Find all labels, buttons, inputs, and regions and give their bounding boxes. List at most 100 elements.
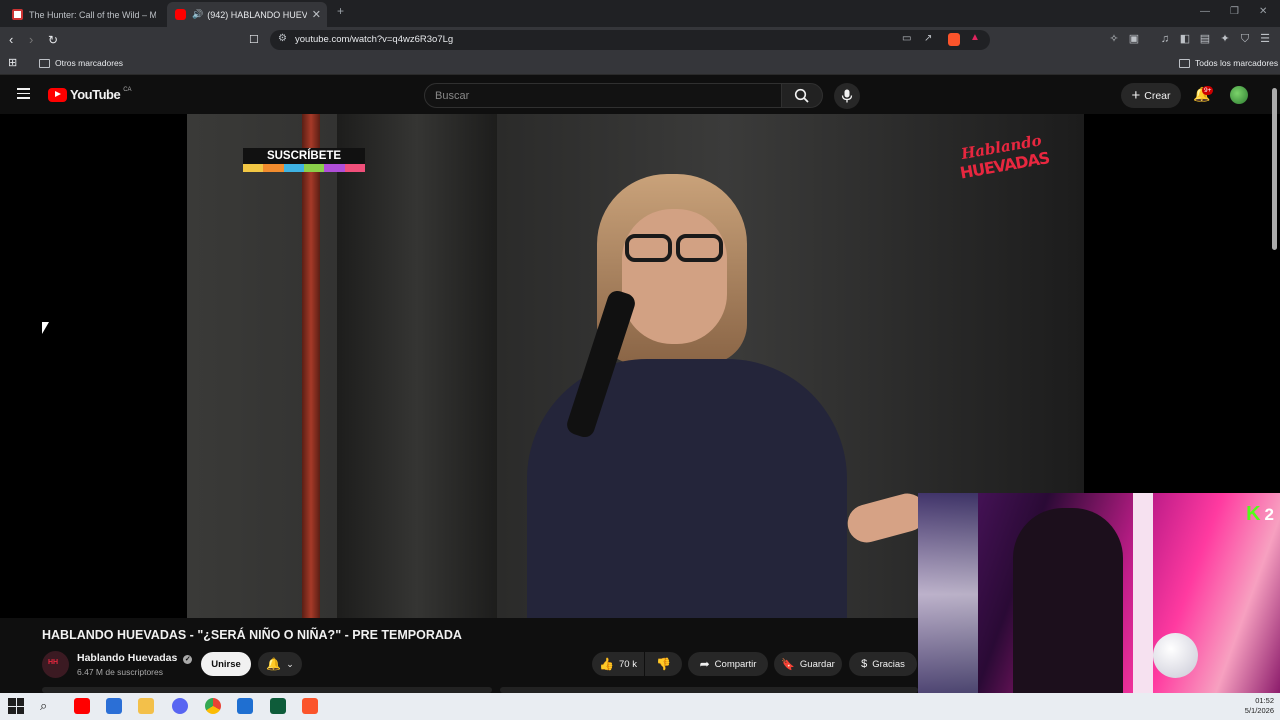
store-app-icon[interactable]	[106, 698, 122, 714]
menu-icon[interactable]: ☰	[1259, 33, 1271, 45]
youtube-logo-text: YouTube	[70, 87, 121, 102]
create-button[interactable]: + Crear	[1121, 83, 1181, 108]
restore-icon[interactable]: ❐	[1230, 6, 1239, 17]
tab-favicon-icon	[12, 9, 23, 20]
search-input[interactable]: Buscar	[424, 83, 782, 108]
streamlabs-app-icon[interactable]	[270, 698, 286, 714]
youtube-app-icon[interactable]	[74, 698, 90, 714]
close-tab-icon[interactable]: ✕	[312, 8, 321, 21]
tab-title: The Hunter: Call of the Wild – Maps	[29, 9, 156, 20]
bookmark-folder-other[interactable]: Otros marcadores	[39, 58, 123, 68]
tab-hunter-maps[interactable]: The Hunter: Call of the Wild – Maps	[4, 2, 164, 27]
windows-start-icon[interactable]	[8, 698, 24, 714]
word-app-icon[interactable]	[237, 698, 253, 714]
media-icon[interactable]: ♫	[1159, 33, 1171, 45]
like-button[interactable]: 👍 70 k	[592, 652, 644, 676]
youtube-logo[interactable]: YouTube CA	[48, 87, 132, 102]
address-toolbar: ‹ › ↻ ☐ ⚙ youtube.com/watch?v=q4wz6R3o7L…	[0, 27, 1280, 53]
bookmark-folder-label: Todos los marcadores	[1195, 58, 1279, 68]
cast-icon[interactable]: ▭	[902, 33, 911, 44]
forward-icon[interactable]: ›	[29, 32, 33, 48]
dislike-button[interactable]: 👎	[645, 652, 682, 676]
sidebar-icon[interactable]: ◧	[1179, 33, 1191, 45]
wallet-card-icon[interactable]: ▤	[1199, 33, 1211, 45]
webcam-door-frame	[1133, 493, 1153, 696]
clock-date: 5/1/2026	[1244, 706, 1274, 715]
kick-logo-icon: K	[1246, 503, 1261, 525]
thanks-label: Gracias	[872, 658, 905, 670]
user-avatar[interactable]	[1230, 86, 1248, 104]
tab-title: (942) HABLANDO HUEVADAS	[207, 9, 308, 20]
apps-grid-icon[interactable]: ⊞	[8, 56, 17, 69]
search-taskbar-icon[interactable]: ⌕	[40, 698, 56, 714]
bookmark-icon[interactable]: ☐	[249, 32, 259, 48]
share-button[interactable]: ➦ Compartir	[688, 652, 768, 676]
close-window-icon[interactable]: ✕	[1259, 6, 1267, 17]
speaker-icon: 🔊	[192, 9, 204, 19]
thumbs-up-icon: 👍	[599, 657, 614, 671]
region-code: CA	[123, 87, 132, 93]
voice-search-button[interactable]	[834, 83, 860, 109]
brave-rewards-icon[interactable]: ▲	[970, 32, 980, 43]
microphone-icon	[841, 89, 853, 103]
youtube-favicon-icon	[175, 9, 186, 20]
channel-name[interactable]: Hablando Huevadas ✓	[77, 652, 193, 664]
channel-avatar-logo-icon: HH	[48, 659, 59, 666]
minimize-icon[interactable]: —	[1200, 6, 1210, 17]
search-button[interactable]	[781, 83, 823, 108]
brave-app-icon[interactable]	[302, 698, 318, 714]
subscription-notifications-button[interactable]: 🔔 ⌄	[258, 652, 302, 676]
wallet-icon[interactable]: ▣	[1128, 33, 1140, 45]
bell-icon: 🔔	[266, 657, 282, 671]
subscribe-overlay-text: SUSCRÍBETE	[243, 148, 365, 164]
discord-app-icon[interactable]	[172, 698, 188, 714]
share-page-icon[interactable]: ↗	[924, 33, 932, 44]
folder-icon	[1179, 58, 1190, 68]
clock-time: 01:52	[1255, 696, 1274, 705]
scene-glasses-left	[625, 234, 672, 262]
system-clock[interactable]: 01:52 5/1/2026	[1245, 696, 1274, 716]
channel-name-text: Hablando Huevadas	[77, 652, 178, 664]
reload-icon[interactable]: ↻	[48, 32, 58, 48]
page-scrollbar[interactable]	[1272, 88, 1277, 250]
search-placeholder: Buscar	[435, 90, 470, 102]
hamburger-menu-icon[interactable]	[17, 88, 30, 99]
browser-tab-strip: The Hunter: Call of the Wild – Maps 🔊 (9…	[0, 0, 1280, 27]
kick-number: 2	[1264, 504, 1274, 524]
leo-ai-icon[interactable]: ✦	[1219, 33, 1231, 45]
kick-badge: K 2	[1246, 503, 1274, 526]
search-icon	[794, 88, 809, 103]
vpn-icon[interactable]: ⛉	[1239, 33, 1251, 45]
thanks-dollar-icon: $	[861, 658, 868, 670]
scene-pipe	[302, 114, 320, 618]
brave-shields-icon[interactable]	[948, 33, 960, 46]
share-icon: ➦	[699, 657, 710, 671]
join-button[interactable]: Unirse	[201, 652, 251, 676]
bookmark-folder-all[interactable]: Todos los marcadores	[1179, 58, 1278, 68]
plus-icon: +	[1131, 86, 1141, 104]
site-info-icon[interactable]: ⚙	[278, 33, 287, 44]
bookmark-save-icon: 🔖	[781, 658, 795, 671]
thanks-button[interactable]: $ Gracias	[849, 652, 917, 676]
streamer-webcam-overlay: K 2	[918, 493, 1280, 696]
like-count: 70 k	[618, 658, 637, 670]
save-button[interactable]: 🔖 Guardar	[774, 652, 842, 676]
extensions-icon[interactable]: ✧	[1108, 33, 1120, 45]
url-text[interactable]: youtube.com/watch?v=q4wz6R3o7Lg	[295, 34, 453, 45]
new-tab-button[interactable]: +	[337, 4, 344, 18]
folder-icon	[39, 58, 50, 68]
address-bar[interactable]: ⚙ youtube.com/watch?v=q4wz6R3o7Lg ▭ ↗ ▲	[270, 30, 990, 50]
bookmarks-bar: ⊞ Otros marcadores Todos los marcadores	[0, 53, 1280, 75]
scene-column	[337, 114, 497, 618]
tab-youtube-video[interactable]: 🔊 (942) HABLANDO HUEVADAS ✕	[167, 2, 327, 27]
verified-badge-icon: ✓	[183, 655, 193, 664]
chrome-app-icon[interactable]	[205, 698, 221, 714]
create-label: Crear	[1144, 89, 1171, 102]
file-explorer-icon[interactable]	[138, 698, 154, 714]
back-icon[interactable]: ‹	[9, 32, 13, 48]
youtube-play-icon	[48, 87, 67, 102]
channel-watermark: Hablando HUEVADAS	[954, 130, 1051, 182]
webcam-left-object	[918, 493, 978, 696]
channel-avatar[interactable]: HH	[42, 651, 69, 678]
webcam-microphone-ball	[1153, 633, 1198, 678]
